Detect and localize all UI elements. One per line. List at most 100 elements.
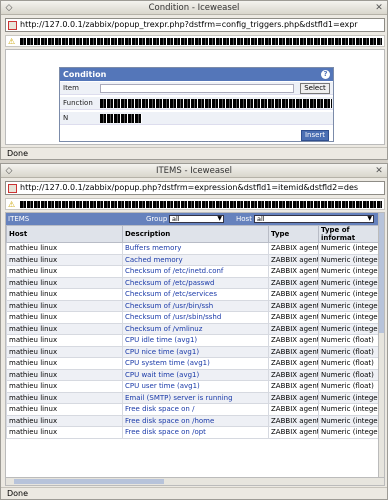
table-row[interactable]: mathieu linux Buffers memory ZABBIX agent N… [6, 242, 381, 255]
condition-window-titlebar[interactable]: ◇ Condition - Iceweasel ✕ [1, 1, 387, 15]
cell-description[interactable]: Free disk space on /opt [122, 426, 269, 439]
warning-icon: ⚠ [8, 37, 16, 46]
cell-description[interactable]: Checksum of /etc/passwd [122, 276, 269, 289]
app-menu-icon[interactable]: ◇ [4, 3, 14, 13]
function-row: Function [60, 97, 333, 110]
horizontal-scrollbar[interactable] [6, 477, 384, 485]
function-select[interactable] [100, 99, 332, 108]
cell-description[interactable]: Checksum of /usr/sbin/sshd [122, 311, 269, 324]
cell-description[interactable]: Email (SMTP) server is running [122, 391, 269, 404]
cell-host: mathieu linux [6, 357, 123, 370]
help-icon[interactable]: ? [321, 70, 330, 79]
cell-type-of-information: Numeric (float) [318, 334, 381, 347]
app-menu-icon[interactable]: ◇ [4, 166, 14, 176]
vertical-scroll-thumb[interactable] [379, 213, 384, 333]
cell-type-of-information: Numeric (integer 64 [318, 276, 381, 289]
redacted-bar: ⚠ [5, 35, 385, 47]
items-page-content: ITEMS Group all ▼ Host all ▼ Host Descri… [5, 212, 385, 486]
url-bar[interactable]: http://127.0.0.1/zabbix/popup_trexpr.php… [5, 18, 385, 32]
host-label: Host [236, 215, 252, 223]
cell-description[interactable]: CPU system time (avg1) [122, 357, 269, 370]
cell-description[interactable]: Free disk space on /home [122, 414, 269, 427]
cell-type: ZABBIX agent [268, 288, 319, 301]
cell-type: ZABBIX agent [268, 368, 319, 381]
cell-type: ZABBIX agent [268, 357, 319, 370]
cell-description[interactable]: Cached memory [122, 253, 269, 266]
table-row[interactable]: mathieu linux Checksum of /usr/sbin/sshd Z… [6, 311, 381, 324]
cell-description[interactable]: Checksum of /usr/bin/ssh [122, 299, 269, 312]
close-icon[interactable]: ✕ [374, 166, 384, 176]
chevron-down-icon: ▼ [367, 215, 372, 222]
function-label: Function [63, 99, 93, 107]
column-header-description[interactable]: Description [122, 225, 269, 243]
host-select[interactable]: all ▼ [254, 215, 374, 223]
column-header-type[interactable]: Type [268, 225, 319, 243]
redacted-region [20, 201, 382, 208]
items-title: ITEMS [8, 215, 30, 223]
cell-type: ZABBIX agent [268, 276, 319, 289]
table-row[interactable]: mathieu linux CPU system time (avg1) ZABBI… [6, 357, 381, 370]
table-row[interactable]: mathieu linux CPU user time (avg1) ZABBIX … [6, 380, 381, 393]
table-row[interactable]: mathieu linux Checksum of /vmlinuz ZABBIX … [6, 322, 381, 335]
status-bar: Done [1, 487, 387, 499]
group-select[interactable]: all ▼ [169, 215, 224, 223]
redacted-bar: ⚠ [5, 198, 385, 210]
cell-description[interactable]: CPU user time (avg1) [122, 380, 269, 393]
select-button[interactable]: Select [300, 83, 330, 94]
cell-host: mathieu linux [6, 311, 123, 324]
table-row[interactable]: mathieu linux Cached memory ZABBIX agent Nu… [6, 253, 381, 266]
column-header-host[interactable]: Host [6, 225, 123, 243]
warning-icon: ⚠ [8, 200, 16, 209]
chevron-down-icon: ▼ [217, 215, 222, 222]
cell-type: ZABBIX agent [268, 242, 319, 255]
cell-type-of-information: Numeric (integer 64 [318, 265, 381, 278]
table-row[interactable]: mathieu linux Email (SMTP) server is runn… [6, 391, 381, 404]
cell-description[interactable]: Buffers memory [122, 242, 269, 255]
items-window-titlebar[interactable]: ◇ ITEMS - Iceweasel ✕ [1, 164, 387, 178]
table-row[interactable]: mathieu linux Free disk space on / ZABBIX … [6, 403, 381, 416]
table-row[interactable]: mathieu linux CPU idle time (avg1) ZABBIX … [6, 334, 381, 347]
redacted-region [20, 38, 382, 45]
cell-description[interactable]: CPU nice time (avg1) [122, 345, 269, 358]
cell-description[interactable]: Free disk space on / [122, 403, 269, 416]
insert-button[interactable]: Insert [301, 130, 329, 141]
table-row[interactable]: mathieu linux Checksum of /etc/passwd ZABB… [6, 276, 381, 289]
table-row[interactable]: mathieu linux Checksum of /etc/services ZA… [6, 288, 381, 301]
n-input[interactable] [100, 114, 142, 123]
vertical-scrollbar[interactable] [378, 213, 384, 485]
cell-host: mathieu linux [6, 368, 123, 381]
cell-type-of-information: Numeric (integer 64 [318, 288, 381, 301]
table-row[interactable]: mathieu linux CPU wait time (avg1) ZABBIX … [6, 368, 381, 381]
condition-dialog: Condition ? Item Select Function N Inser… [59, 67, 334, 142]
item-field[interactable] [100, 84, 294, 93]
table-row[interactable]: mathieu linux Checksum of /etc/inetd.conf… [6, 265, 381, 278]
n-row: N [60, 112, 333, 125]
cell-host: mathieu linux [6, 345, 123, 358]
url-text: http://127.0.0.1/zabbix/popup.php?dstfrm… [20, 183, 359, 192]
table-row[interactable]: mathieu linux Free disk space on /home ZAB… [6, 414, 381, 427]
items-window: ◇ ITEMS - Iceweasel ✕ http://127.0.0.1/z… [0, 163, 388, 500]
cell-host: mathieu linux [6, 288, 123, 301]
column-header-type-of-information[interactable]: Type of informat [318, 225, 381, 243]
status-bar: Done [1, 147, 387, 159]
cell-type-of-information: Numeric (integer 64 [318, 242, 381, 255]
horizontal-scroll-thumb[interactable] [14, 479, 164, 484]
close-icon[interactable]: ✕ [374, 3, 384, 13]
cell-host: mathieu linux [6, 253, 123, 266]
cell-description[interactable]: CPU wait time (avg1) [122, 368, 269, 381]
cell-description[interactable]: Checksum of /etc/inetd.conf [122, 265, 269, 278]
n-label: N [63, 114, 69, 122]
table-row[interactable]: mathieu linux Free disk space on /opt ZABB… [6, 426, 381, 439]
cell-host: mathieu linux [6, 299, 123, 312]
cell-description[interactable]: Checksum of /etc/services [122, 288, 269, 301]
cell-description[interactable]: Checksum of /vmlinuz [122, 322, 269, 335]
table-row[interactable]: mathieu linux Checksum of /usr/bin/ssh ZAB… [6, 299, 381, 312]
url-bar[interactable]: http://127.0.0.1/zabbix/popup.php?dstfrm… [5, 181, 385, 195]
cell-type-of-information: Numeric (integer 64 [318, 253, 381, 266]
cell-description[interactable]: CPU idle time (avg1) [122, 334, 269, 347]
items-table-body: mathieu linux Buffers memory ZABBIX agent N… [6, 242, 381, 439]
cell-type: ZABBIX agent [268, 403, 319, 416]
table-row[interactable]: mathieu linux CPU nice time (avg1) ZABBIX … [6, 345, 381, 358]
url-text: http://127.0.0.1/zabbix/popup_trexpr.php… [20, 20, 358, 29]
condition-page-content: Condition ? Item Select Function N Inser… [5, 49, 385, 145]
